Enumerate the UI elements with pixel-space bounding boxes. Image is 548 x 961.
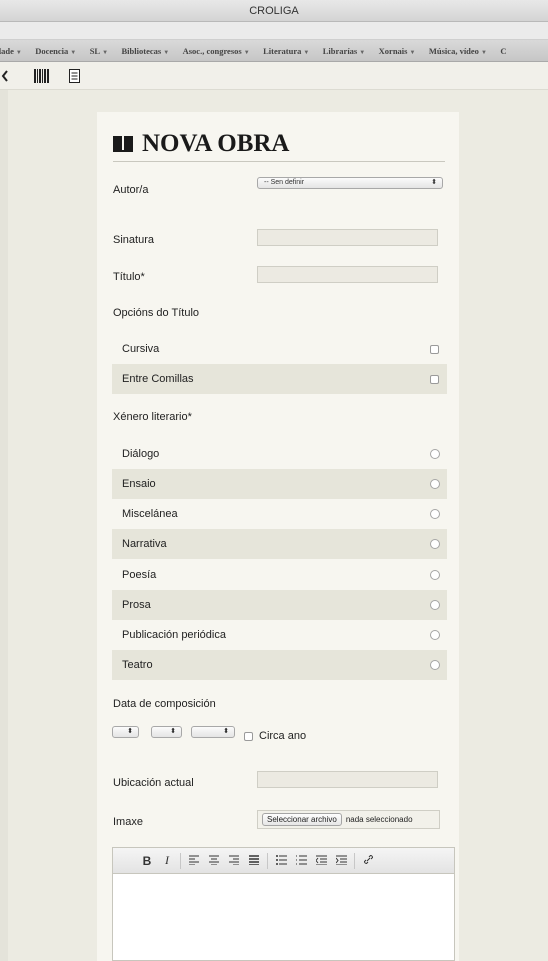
barcode-icon[interactable]: [33, 67, 49, 85]
select-arrows-icon: ⬍: [431, 179, 437, 186]
genre-publicacion-periodica[interactable]: Publicación periódica: [112, 620, 447, 650]
nav-item-idade[interactable]: idade▼: [0, 40, 22, 61]
option-entre-comillas[interactable]: Entre Comillas: [112, 364, 447, 394]
cursiva-checkbox[interactable]: [430, 345, 439, 354]
circa-checkbox[interactable]: [244, 731, 253, 741]
option-cursiva[interactable]: Cursiva: [112, 334, 447, 364]
circa-ano[interactable]: Circa ano: [244, 730, 306, 742]
genre-ensaio[interactable]: Ensaio: [112, 469, 447, 499]
genre-label: Diálogo: [122, 448, 160, 460]
genre-label: Publicación periódica: [122, 629, 226, 641]
align-center-icon[interactable]: [204, 854, 224, 868]
genre-teatro[interactable]: Teatro: [112, 650, 447, 680]
nav-item-literatura[interactable]: Literatura ▼: [263, 40, 309, 61]
ubicacion-label: Ubicación actual: [113, 777, 194, 789]
genre-radio[interactable]: [430, 630, 440, 640]
genre-radio[interactable]: [430, 660, 440, 670]
autor-select-value: -- Sen definir: [264, 179, 305, 186]
bold-button[interactable]: B: [137, 854, 157, 868]
toolbar-separator: [267, 852, 268, 869]
left-gutter: [0, 90, 8, 961]
link-icon[interactable]: [358, 854, 378, 868]
nova-obra-form: NOVA OBRA Autor/a -- Sen definir ⬍ Sinat…: [97, 112, 459, 961]
file-status: nada seleccionado: [345, 815, 413, 824]
month-select[interactable]: ⬍: [151, 726, 182, 738]
align-justify-icon[interactable]: [244, 854, 264, 868]
genre-label: Poesía: [122, 569, 157, 581]
nav-item-musica-video[interactable]: Música, vídeo ▼: [429, 40, 487, 61]
back-arrow-icon[interactable]: [0, 67, 10, 85]
autor-label: Autor/a: [113, 184, 149, 196]
editor-content-area[interactable]: [113, 874, 454, 961]
genre-miscelanea[interactable]: Miscelánea: [112, 499, 447, 529]
ubicacion-input[interactable]: [257, 771, 438, 788]
select-file-button[interactable]: Seleccionar archivo: [262, 813, 342, 826]
document-icon[interactable]: [67, 67, 81, 85]
entre-comillas-checkbox[interactable]: [430, 375, 439, 384]
toolbar-separator: [180, 852, 181, 869]
genre-radio[interactable]: [430, 600, 440, 610]
genre-label: Narrativa: [122, 538, 167, 550]
genre-prosa[interactable]: Prosa: [112, 590, 447, 620]
genre-narrativa[interactable]: Narrativa: [112, 529, 447, 559]
titulo-label: Título*: [113, 271, 145, 283]
day-select[interactable]: ⬍: [112, 726, 139, 738]
bullet-list-icon[interactable]: [271, 854, 291, 868]
icon-toolbar: [0, 62, 548, 90]
titulo-input[interactable]: [257, 266, 438, 283]
circa-label: Circa ano: [259, 730, 307, 742]
page-title-text: NOVA OBRA: [142, 130, 290, 157]
imaxe-label: Imaxe: [113, 816, 143, 828]
editor-toolbar: B I: [113, 848, 454, 874]
align-right-icon[interactable]: [224, 854, 244, 868]
genre-radio[interactable]: [430, 570, 440, 580]
nav-item-asoc-congresos[interactable]: Asoc., congresos ▼: [183, 40, 250, 61]
page-title: NOVA OBRA: [113, 130, 290, 158]
genre-radio[interactable]: [430, 509, 440, 519]
autor-select[interactable]: -- Sen definir ⬍: [257, 177, 443, 189]
nav-item-librarias[interactable]: Librarías ▼: [323, 40, 365, 61]
indent-icon[interactable]: [331, 854, 351, 868]
book-icon: [113, 136, 133, 152]
year-select[interactable]: ⬍: [191, 726, 235, 738]
nav-item-xornais[interactable]: Xornais ▼: [379, 40, 416, 61]
genre-radio[interactable]: [430, 479, 440, 489]
nav-item-sl[interactable]: SL ▼: [90, 40, 108, 61]
numbered-list-icon[interactable]: [291, 854, 311, 868]
genre-radio[interactable]: [430, 449, 440, 459]
align-left-icon[interactable]: [184, 854, 204, 868]
toolbar-separator: [354, 852, 355, 869]
option-label: Entre Comillas: [122, 373, 194, 385]
sinatura-input[interactable]: [257, 229, 438, 246]
title-divider: [113, 161, 445, 162]
rich-text-editor: B I: [112, 847, 455, 961]
opcions-titulo-label: Opcións do Título: [113, 307, 200, 319]
xenero-label: Xénero literario*: [113, 411, 192, 423]
browser-toolbar-strip: [0, 22, 548, 40]
sinatura-label: Sinatura: [113, 234, 154, 246]
main-navigation: idade▼ Docencia▼ SL▼ Bibliotecas▼ Asoc.,…: [0, 40, 548, 62]
genre-label: Teatro: [122, 659, 153, 671]
genre-label: Miscelánea: [122, 508, 178, 520]
nav-item-c[interactable]: C: [500, 40, 506, 61]
imaxe-file-input[interactable]: Seleccionar archivo nada seleccionado: [257, 810, 440, 829]
genre-label: Prosa: [122, 599, 151, 611]
genre-label: Ensaio: [122, 478, 156, 490]
outdent-icon[interactable]: [311, 854, 331, 868]
nav-item-docencia[interactable]: Docencia ▼: [35, 40, 76, 61]
genre-dialogo[interactable]: Diálogo: [112, 439, 447, 469]
nav-item-bibliotecas[interactable]: Bibliotecas ▼: [122, 40, 170, 61]
window-title: CROLIGA: [0, 0, 548, 22]
genre-poesia[interactable]: Poesía: [112, 560, 447, 590]
option-label: Cursiva: [122, 343, 160, 355]
genre-radio[interactable]: [430, 539, 440, 549]
data-composicion-label: Data de composición: [113, 698, 216, 710]
italic-button[interactable]: I: [157, 853, 177, 868]
